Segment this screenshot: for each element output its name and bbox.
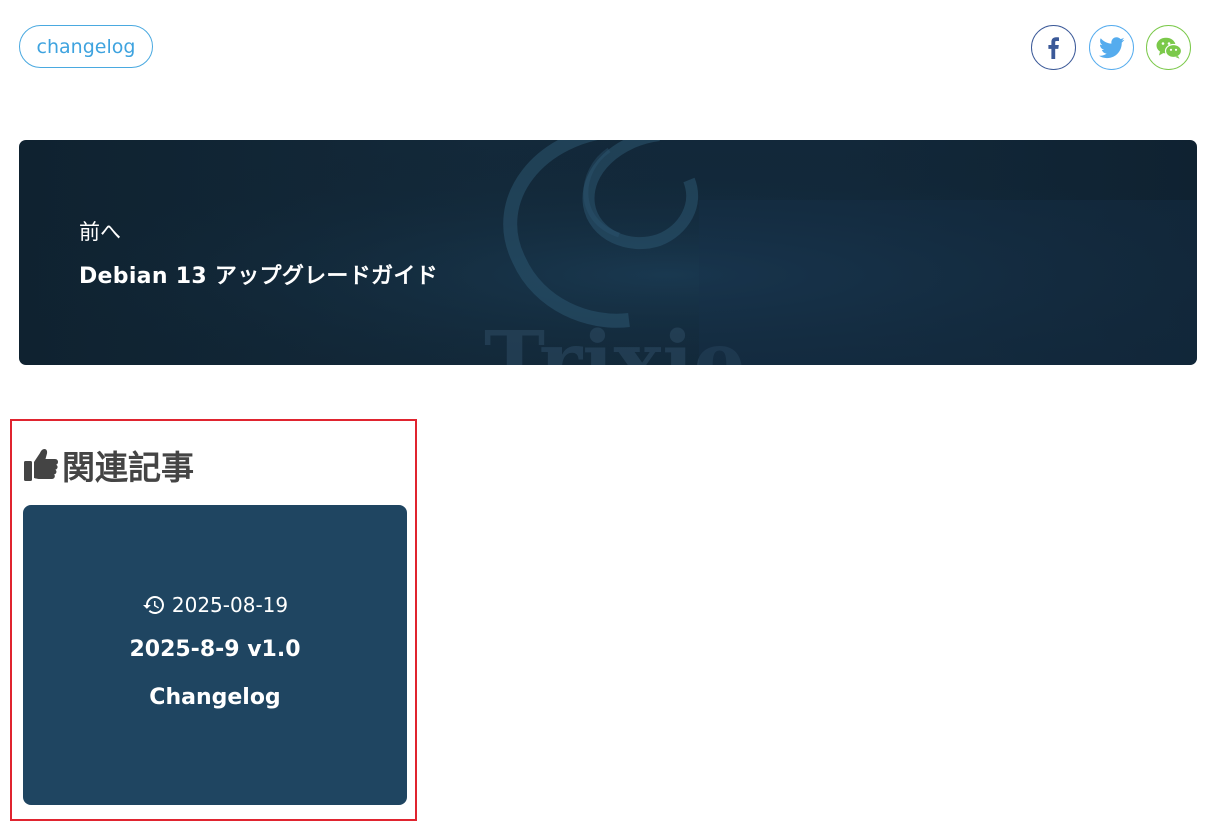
thumbs-up-icon	[24, 449, 58, 481]
card-date: 2025-08-19	[171, 593, 289, 617]
card-date-row: 2025-08-19	[23, 593, 407, 617]
share-wechat-button[interactable]	[1146, 25, 1191, 70]
tag-label: changelog	[36, 35, 136, 58]
share-twitter-button[interactable]	[1089, 25, 1134, 70]
card-title-line1[interactable]: 2025-8-9 v1.0	[23, 637, 407, 662]
previous-post-title[interactable]: Debian 13 アップグレードガイド	[79, 258, 438, 290]
debian-swirl-background-image: Trixie	[19, 140, 1197, 365]
related-posts-section: 関連記事 2025-08-19 2025-8-9 v1.0 Changelog	[10, 419, 417, 821]
facebook-icon	[1047, 36, 1059, 59]
related-heading: 関連記事	[23, 441, 194, 489]
previous-post-banner[interactable]: Trixie 前へ Debian 13 アップグレードガイド	[19, 140, 1197, 365]
previous-label: 前へ	[79, 220, 121, 244]
wechat-icon	[1156, 37, 1182, 59]
history-icon	[142, 596, 164, 614]
related-post-card[interactable]: 2025-08-19 2025-8-9 v1.0 Changelog	[23, 505, 407, 805]
related-heading-text: 関連記事	[62, 448, 194, 487]
twitter-icon	[1098, 36, 1125, 58]
share-facebook-button[interactable]	[1031, 25, 1076, 70]
card-title-line2[interactable]: Changelog	[23, 685, 407, 710]
tag-changelog-link[interactable]: changelog	[19, 25, 153, 68]
